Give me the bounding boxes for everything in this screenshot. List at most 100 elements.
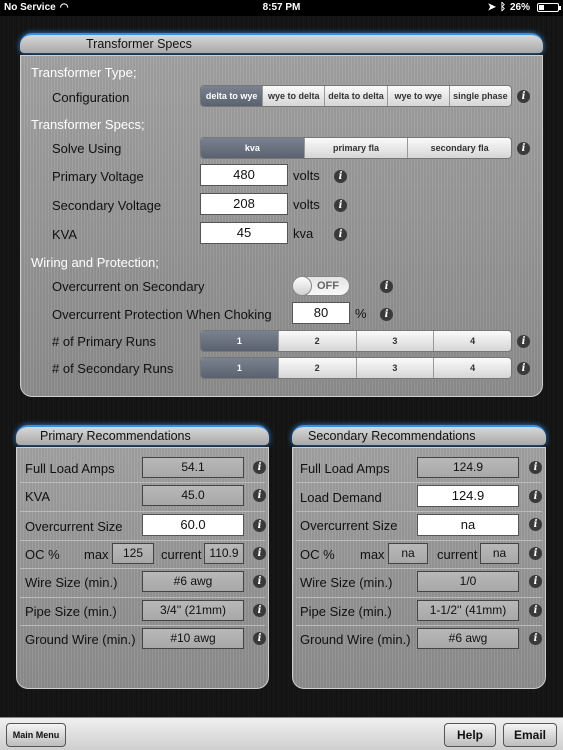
info-icon[interactable]: i [253,632,266,645]
secondary-runs-3[interactable]: 3 [357,358,435,378]
overcurrent-secondary-toggle[interactable]: OFF [292,276,350,296]
config-wye-to-delta[interactable]: wye to delta [263,86,326,106]
transformer-specs-panel: Transformer Specs Transformer Type; Conf… [20,33,543,397]
primary-pipe-value: 3/4'' (21mm) [142,600,244,621]
info-icon[interactable]: i [253,519,266,532]
primary-runs-2[interactable]: 2 [279,331,357,351]
secondary-pipe-label: Pipe Size (min.) [300,604,392,619]
bluetooth-icon: ᛒ [499,2,506,13]
battery-percent: 26% [509,2,530,13]
solve-using-selector: kva primary fla secondary fla [200,137,512,159]
primary-pipe-label: Pipe Size (min.) [25,604,117,619]
secondary-recommendations-header: Secondary Recommendations [292,425,546,445]
primary-runs-1[interactable]: 1 [201,331,279,351]
location-icon: ➤ [487,2,496,13]
config-wye-to-wye[interactable]: wye to wye [388,86,450,106]
choking-label: Overcurrent Protection When Choking [52,307,272,322]
secondary-voltage-label: Secondary Voltage [52,198,162,213]
primary-fla-label: Full Load Amps [25,461,115,476]
secondary-ground-label: Ground Wire (min.) [300,632,411,647]
primary-oc-pct-label: OC % [25,547,60,562]
secondary-oc-size-input[interactable]: na [417,514,519,536]
transformer-type-title: Transformer Type; [31,65,137,80]
solve-primary-fla[interactable]: primary fla [305,138,409,158]
bottom-toolbar: Main Menu Help Email [0,717,563,750]
info-icon[interactable]: i [517,90,530,103]
panel-title: Primary Recommendations [40,429,191,443]
secondary-oc-size-label: Overcurrent Size [300,518,398,533]
transformer-specs-header: Transformer Specs [20,33,543,53]
volts-unit: volts [293,168,320,183]
kva-input[interactable]: 45 [200,222,288,244]
config-single-phase[interactable]: single phase [450,86,511,106]
percent-unit: % [355,306,367,321]
info-icon[interactable]: i [529,632,542,645]
config-delta-to-wye[interactable]: delta to wye [201,86,264,106]
primary-kva-label: KVA [25,489,51,504]
info-icon[interactable]: i [517,142,530,155]
help-button[interactable]: Help [444,723,496,747]
status-bar: No Service ◠ 8:57 PM ➤ ᛒ 26% [0,0,563,16]
info-icon[interactable]: i [253,461,266,474]
toggle-knob [292,276,312,296]
info-icon[interactable]: i [253,604,266,617]
battery-icon [537,3,561,12]
secondary-current-label: current [437,547,478,562]
configuration-label: Configuration [52,90,130,105]
secondary-runs-2[interactable]: 2 [279,358,357,378]
info-icon[interactable]: i [253,489,266,502]
choking-input[interactable]: 80 [292,302,350,324]
info-icon[interactable]: i [253,575,266,588]
solve-using-label: Solve Using [52,141,122,156]
primary-wire-label: Wire Size (min.) [25,575,118,590]
secondary-fla-label: Full Load Amps [300,461,390,476]
wiring-protection-title: Wiring and Protection; [31,255,159,270]
info-icon[interactable]: i [529,575,542,588]
info-icon[interactable]: i [529,490,542,503]
primary-max-value: 125 [112,543,154,564]
secondary-fla-value: 124.9 [417,457,519,478]
info-icon[interactable]: i [380,280,393,293]
panel-title: Transformer Specs [86,37,192,51]
secondary-runs-4[interactable]: 4 [434,358,511,378]
secondary-max-value: na [388,543,428,564]
kva-unit: kva [293,226,314,241]
overcurrent-secondary-label: Overcurrent on Secondary [52,279,205,294]
info-icon[interactable]: i [253,547,266,560]
info-icon[interactable]: i [517,335,530,348]
info-icon[interactable]: i [334,228,347,241]
primary-voltage-input[interactable]: 480 [200,164,288,186]
info-icon[interactable]: i [334,170,347,183]
primary-ground-value: #10 awg [142,628,244,649]
primary-voltage-label: Primary Voltage [52,169,144,184]
solve-secondary-fla[interactable]: secondary fla [408,138,511,158]
email-button[interactable]: Email [503,723,557,747]
secondary-demand-input[interactable]: 124.9 [417,485,519,507]
secondary-runs-selector: 1 2 3 4 [200,357,512,379]
primary-runs-3[interactable]: 3 [357,331,435,351]
info-icon[interactable]: i [517,362,530,375]
solve-kva[interactable]: kva [201,138,305,158]
primary-oc-size-label: Overcurrent Size [25,519,123,534]
volts-unit: volts [293,197,320,212]
secondary-ground-value: #6 awg [417,628,519,649]
info-icon[interactable]: i [334,199,347,212]
main-menu-button[interactable]: Main Menu [6,723,66,747]
primary-wire-value: #6 awg [142,571,244,592]
primary-runs-label: # of Primary Runs [52,334,157,349]
info-icon[interactable]: i [529,604,542,617]
secondary-voltage-input[interactable]: 208 [200,193,288,215]
info-icon[interactable]: i [380,308,393,321]
clock: 8:57 PM [262,2,301,13]
primary-runs-4[interactable]: 4 [434,331,511,351]
secondary-current-value: na [480,543,519,564]
primary-oc-size-input[interactable]: 60.0 [142,514,244,536]
info-icon[interactable]: i [529,518,542,531]
info-icon[interactable]: i [529,547,542,560]
primary-fla-value: 54.1 [142,457,244,478]
toggle-text: OFF [317,280,339,292]
secondary-oc-pct-label: OC % [300,547,335,562]
info-icon[interactable]: i [529,461,542,474]
secondary-runs-1[interactable]: 1 [201,358,279,378]
config-delta-to-delta[interactable]: delta to delta [325,86,388,106]
